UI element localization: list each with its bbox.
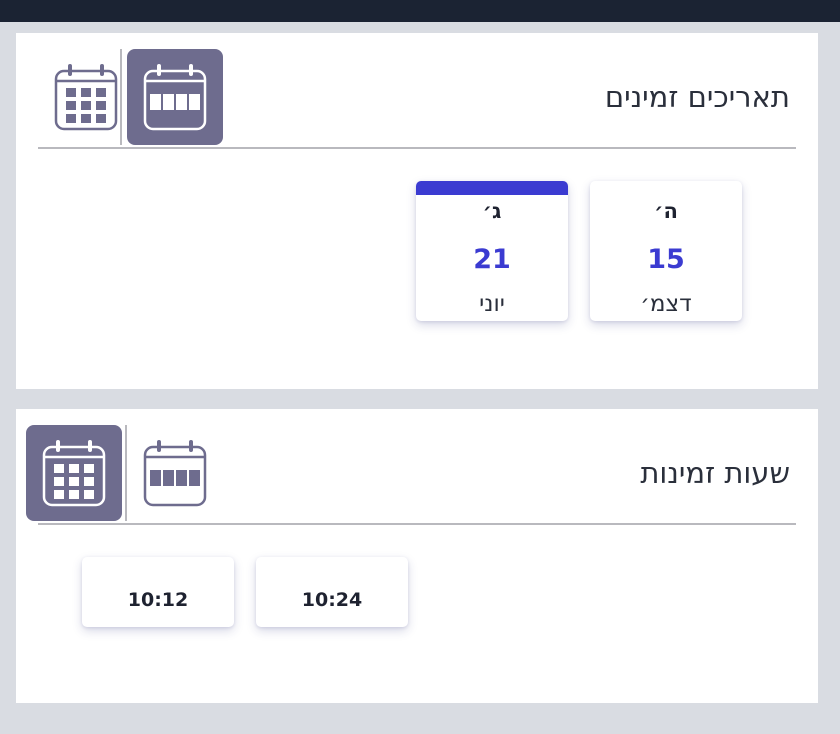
time-slot-label: 10:24 bbox=[301, 589, 363, 611]
top-bar bbox=[0, 0, 840, 22]
date-day-number: 15 bbox=[647, 244, 685, 275]
available-dates-panel: תאריכים זמינים ה׳ 15 דצמ׳ ג׳ 21 יוני bbox=[16, 33, 818, 389]
date-card[interactable]: ה׳ 15 דצמ׳ bbox=[590, 181, 742, 321]
calendar-strip-icon bbox=[143, 64, 207, 131]
time-slot-card[interactable]: 10:12 bbox=[82, 557, 234, 627]
available-times-panel: שעות זמינות 10:24 10:12 bbox=[16, 409, 818, 703]
calendar-grid-icon bbox=[54, 64, 118, 131]
strip-view-button[interactable] bbox=[127, 49, 223, 145]
date-weekday: ג׳ bbox=[482, 199, 502, 223]
toggle-separator bbox=[120, 49, 122, 145]
calendar-strip-icon bbox=[143, 440, 207, 507]
available-times-title: שעות זמינות bbox=[640, 456, 790, 490]
date-month: דצמ׳ bbox=[640, 291, 692, 317]
date-card-selected[interactable]: ג׳ 21 יוני bbox=[416, 181, 568, 321]
time-slot-card[interactable]: 10:24 bbox=[256, 557, 408, 627]
time-slot-label: 10:12 bbox=[127, 589, 189, 611]
title-divider bbox=[38, 147, 796, 149]
date-weekday: ה׳ bbox=[654, 199, 678, 223]
grid-view-button[interactable] bbox=[26, 425, 122, 521]
date-month: יוני bbox=[479, 291, 505, 317]
title-divider bbox=[38, 523, 796, 525]
available-dates-title: תאריכים זמינים bbox=[604, 80, 790, 114]
calendar-grid-icon bbox=[42, 440, 106, 507]
strip-view-button[interactable] bbox=[127, 425, 223, 521]
date-day-number: 21 bbox=[473, 244, 511, 275]
